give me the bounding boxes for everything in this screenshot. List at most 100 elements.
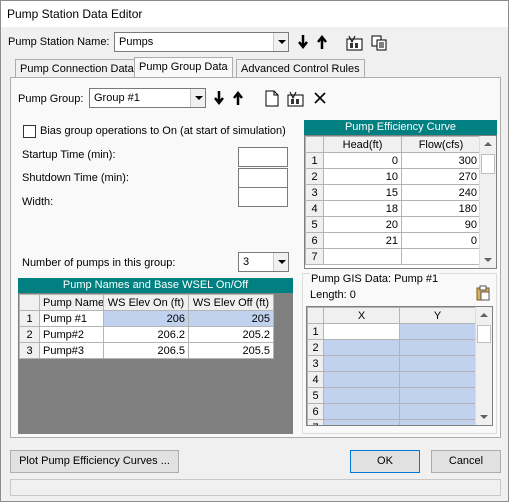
scroll-thumb[interactable] xyxy=(481,154,495,174)
plot-efficiency-curves-button[interactable]: Plot Pump Efficiency Curves ... xyxy=(10,450,179,473)
head-cell[interactable]: 15 xyxy=(323,184,402,201)
scroll-down-icon[interactable] xyxy=(476,408,492,425)
startup-time-input[interactable] xyxy=(238,147,288,167)
head-cell[interactable]: 0 xyxy=(323,152,402,169)
y-cell[interactable] xyxy=(399,387,476,404)
head-cell[interactable]: 21 xyxy=(323,232,402,249)
head-cell[interactable]: 18 xyxy=(323,200,402,217)
ws-elev-off-cell[interactable]: 205 xyxy=(188,310,274,327)
y-cell[interactable] xyxy=(399,339,476,356)
ws-elev-off-cell[interactable]: 205.5 xyxy=(188,342,274,359)
tab-pump-connection-data[interactable]: Pump Connection Data xyxy=(15,59,139,79)
gis-row[interactable]: 6 xyxy=(307,403,476,420)
efficiency-grid[interactable]: Head(ft) Flow(cfs) 1 0 300 2 10 270 3 15 240 4… xyxy=(304,135,497,269)
flow-cell[interactable]: 0 xyxy=(401,232,481,249)
efficiency-row[interactable]: 2 10 270 xyxy=(305,168,481,185)
paste-gis-button[interactable] xyxy=(474,283,491,303)
flow-cell[interactable]: 240 xyxy=(401,184,481,201)
pump-row[interactable]: 3 Pump#3 206.5 205.5 xyxy=(19,342,274,359)
efficiency-row[interactable]: 5 20 90 xyxy=(305,216,481,233)
bias-checkbox[interactable] xyxy=(23,125,36,138)
pump-names-title: Pump Names and Base WSEL On/Off xyxy=(18,278,293,293)
delete-x-icon xyxy=(313,92,326,104)
delete-group-button[interactable] xyxy=(311,88,328,108)
gis-row[interactable]: 4 xyxy=(307,371,476,388)
x-cell[interactable] xyxy=(323,323,400,340)
rename-group-button[interactable] xyxy=(287,88,304,108)
width-input[interactable] xyxy=(238,187,288,207)
flow-cell[interactable]: 270 xyxy=(401,168,481,185)
row-number: 5 xyxy=(305,216,324,233)
ws-elev-on-cell[interactable]: 206.5 xyxy=(103,342,189,359)
efficiency-scrollbar[interactable] xyxy=(479,136,496,268)
y-cell[interactable] xyxy=(399,355,476,372)
scroll-up-icon[interactable] xyxy=(480,136,496,153)
row-number: 1 xyxy=(305,152,324,169)
ws-elev-on-cell[interactable]: 206.2 xyxy=(103,326,189,343)
gis-row[interactable]: 1 xyxy=(307,323,476,340)
head-cell[interactable]: 20 xyxy=(323,216,402,233)
group-move-up-button[interactable] xyxy=(229,88,246,108)
flow-cell[interactable] xyxy=(401,248,481,265)
x-cell[interactable] xyxy=(323,371,400,388)
pump-name-cell[interactable]: Pump#2 xyxy=(39,326,104,343)
station-name-combo[interactable]: Pumps xyxy=(114,32,289,52)
arrow-down-icon xyxy=(213,91,224,106)
ws-elev-on-cell[interactable]: 206 xyxy=(103,310,189,327)
scroll-down-icon[interactable] xyxy=(480,251,496,268)
gis-row[interactable]: 3 xyxy=(307,355,476,372)
efficiency-row[interactable]: 7 xyxy=(305,248,481,265)
chevron-down-icon[interactable] xyxy=(190,89,205,107)
chevron-down-icon[interactable] xyxy=(273,33,288,51)
pump-name-cell[interactable]: Pump #1 xyxy=(39,310,104,327)
gis-grid[interactable]: X Y 1 2 3 4 5 6 7 xyxy=(306,306,493,426)
group-move-down-button[interactable] xyxy=(210,88,227,108)
cancel-button[interactable]: Cancel xyxy=(431,450,501,473)
efficiency-row[interactable]: 4 18 180 xyxy=(305,200,481,217)
num-pumps-combo[interactable]: 3 xyxy=(238,252,289,272)
efficiency-row[interactable]: 6 21 0 xyxy=(305,232,481,249)
scroll-up-icon[interactable] xyxy=(476,307,492,324)
flow-cell[interactable]: 300 xyxy=(401,152,481,169)
shutdown-time-input[interactable] xyxy=(238,168,288,188)
pump-row[interactable]: 2 Pump#2 206.2 205.2 xyxy=(19,326,274,343)
ws-elev-off-cell[interactable]: 205.2 xyxy=(188,326,274,343)
head-cell[interactable]: 10 xyxy=(323,168,402,185)
y-cell[interactable] xyxy=(399,403,476,420)
move-up-button[interactable] xyxy=(313,32,330,52)
ok-button[interactable]: OK xyxy=(350,450,420,473)
x-column-header: X xyxy=(323,307,400,324)
efficiency-row[interactable]: 3 15 240 xyxy=(305,184,481,201)
gis-row[interactable]: 2 xyxy=(307,339,476,356)
x-cell[interactable] xyxy=(323,339,400,356)
x-cell[interactable] xyxy=(323,419,400,425)
row-number: 5 xyxy=(307,387,324,404)
scroll-thumb[interactable] xyxy=(477,325,491,343)
pump-name-cell[interactable]: Pump#3 xyxy=(39,342,104,359)
gis-row[interactable]: 5 xyxy=(307,387,476,404)
pump-group-combo[interactable]: Group #1 xyxy=(89,88,206,108)
tab-label: Advanced Control Rules xyxy=(241,63,360,75)
head-cell[interactable] xyxy=(323,248,402,265)
copy-station-button[interactable] xyxy=(371,32,388,52)
pump-names-grid[interactable]: Pump Name WS Elev On (ft) WS Elev Off (f… xyxy=(18,293,293,434)
y-cell[interactable] xyxy=(399,323,476,340)
tab-advanced-control-rules[interactable]: Advanced Control Rules xyxy=(236,59,365,79)
gis-row[interactable]: 7 xyxy=(307,419,476,425)
tab-pump-group-data[interactable]: Pump Group Data xyxy=(134,57,233,79)
flow-cell[interactable]: 90 xyxy=(401,216,481,233)
rename-station-button[interactable] xyxy=(346,32,363,52)
x-cell[interactable] xyxy=(323,387,400,404)
x-cell[interactable] xyxy=(323,355,400,372)
move-down-button[interactable] xyxy=(294,32,311,52)
x-cell[interactable] xyxy=(323,403,400,420)
gis-scrollbar[interactable] xyxy=(475,307,492,425)
y-cell[interactable] xyxy=(399,371,476,388)
pump-row[interactable]: 1 Pump #1 206 205 xyxy=(19,310,274,327)
corner-cell xyxy=(305,136,324,153)
efficiency-row[interactable]: 1 0 300 xyxy=(305,152,481,169)
new-group-button[interactable] xyxy=(263,88,280,108)
chevron-down-icon[interactable] xyxy=(273,253,288,271)
y-cell[interactable] xyxy=(399,419,476,425)
flow-cell[interactable]: 180 xyxy=(401,200,481,217)
